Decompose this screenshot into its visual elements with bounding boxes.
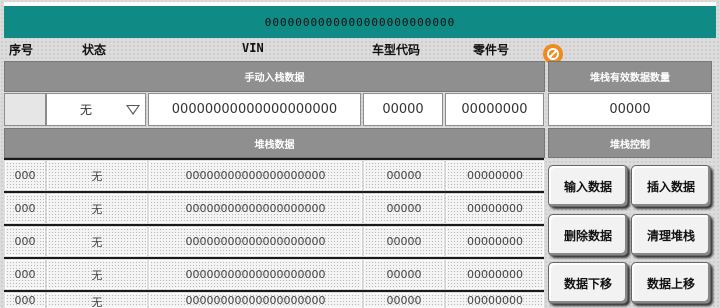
header-model: 车型代码: [372, 43, 421, 57]
row-part: 00000000: [446, 227, 544, 256]
valid-count-header: 堆栈有效数据数量: [548, 61, 712, 92]
row-seq: 000: [5, 161, 45, 190]
table-row[interactable]: 000 无 00000000000000000000 00000 0000000…: [4, 290, 544, 308]
valid-count-value: 00000: [548, 93, 712, 126]
row-status: 无: [47, 194, 147, 223]
clear-stack-button[interactable]: 清理堆栈: [631, 214, 711, 256]
row-seq: 000: [5, 227, 45, 256]
row-model: 00000: [364, 194, 444, 223]
manual-seq-cell: [4, 93, 46, 126]
row-vin: 00000000000000000000: [149, 194, 362, 223]
row-model: 00000: [364, 161, 444, 190]
header-part: 零件号: [473, 43, 510, 57]
triangle-down-icon: [126, 105, 140, 115]
stack-control-header: 堆栈控制: [548, 128, 712, 158]
stack-data-label: 堆栈数据: [254, 139, 295, 151]
header-seq: 序号: [9, 43, 34, 57]
stack-data-header: 堆栈数据: [4, 128, 545, 158]
manual-model-input[interactable]: 00000: [363, 93, 443, 126]
header-status: 状态: [82, 43, 107, 57]
row-model: 00000: [364, 227, 444, 256]
table-row[interactable]: 000 无 00000000000000000000 00000 0000000…: [4, 224, 544, 258]
row-status: 无: [47, 260, 147, 289]
manual-push-header: 手动入栈数据: [4, 61, 545, 92]
delete-data-button[interactable]: 删除数据: [548, 214, 628, 256]
row-part: 00000000: [446, 260, 544, 289]
row-status: 无: [47, 161, 147, 190]
row-model: 00000: [364, 260, 444, 289]
move-up-button[interactable]: 数据上移: [631, 262, 711, 304]
header-vin: VIN: [242, 41, 264, 55]
row-seq: 000: [5, 194, 45, 223]
manual-vin-input[interactable]: 00000000000000000000: [148, 93, 361, 126]
row-seq: 000: [5, 260, 45, 289]
move-down-button[interactable]: 数据下移: [548, 262, 628, 304]
row-vin: 00000000000000000000: [149, 227, 362, 256]
manual-status-value: 无: [80, 103, 93, 117]
row-part: 00000000: [446, 161, 544, 190]
manual-part-input[interactable]: 00000000: [445, 93, 544, 126]
page-title: 0000000000000000000000000: [264, 15, 456, 29]
manual-status-select[interactable]: 无: [46, 93, 146, 126]
row-vin: 00000000000000000000: [149, 260, 362, 289]
insert-data-button[interactable]: 插入数据: [631, 165, 711, 207]
row-part: 00000000: [446, 194, 544, 223]
valid-count-label: 堆栈有效数据数量: [590, 73, 670, 84]
table-row[interactable]: 000 无 00000000000000000000 00000 0000000…: [4, 158, 544, 192]
table-row[interactable]: 000 无 00000000000000000000 00000 0000000…: [4, 257, 544, 291]
table-row[interactable]: 000 无 00000000000000000000 00000 0000000…: [4, 191, 544, 225]
stack-control-label: 堆栈控制: [610, 139, 650, 151]
input-data-button[interactable]: 输入数据: [548, 165, 628, 207]
manual-push-label: 手动入栈数据: [244, 73, 305, 84]
row-status: 无: [47, 227, 147, 256]
title-bar: 0000000000000000000000000: [4, 2, 716, 38]
row-vin: 00000000000000000000: [149, 161, 362, 190]
